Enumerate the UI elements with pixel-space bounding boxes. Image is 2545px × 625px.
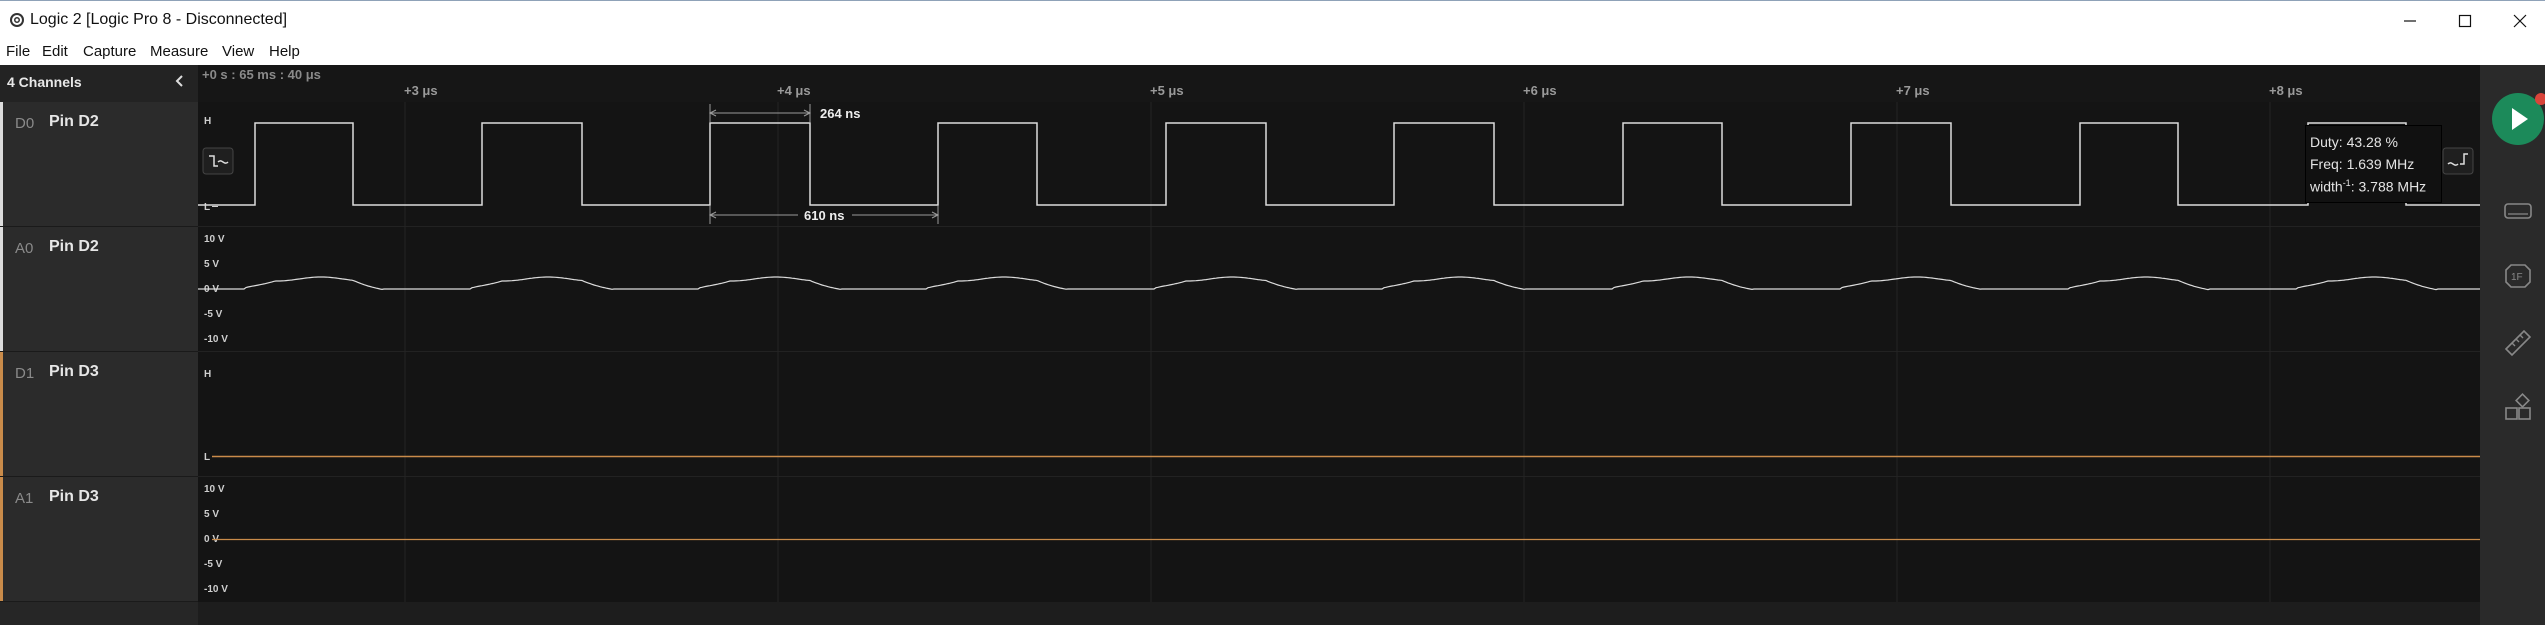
menu-file[interactable]: File <box>6 43 30 60</box>
analog-scale-label: -10 V <box>204 584 228 595</box>
digital-low-label: L <box>204 202 210 213</box>
menu-edit[interactable]: Edit <box>42 43 68 60</box>
channel-list: D0 Pin D2 A0 Pin D2 D1 Pin D3 A1 Pin D3 <box>0 102 198 625</box>
menu-bar: File Edit Capture Measure View Help <box>0 40 2545 65</box>
tick-label: +7 μs <box>1896 83 1930 98</box>
channel-color-bar <box>0 102 3 226</box>
tick-label: +8 μs <box>2269 83 2303 98</box>
device-icon[interactable] <box>2502 195 2534 227</box>
tick-label: +6 μs <box>1523 83 1557 98</box>
analog-scale-label: 10 V <box>204 234 225 245</box>
tick-label: +3 μs <box>404 83 438 98</box>
window-title: Logic 2 [Logic Pro 8 - Disconnected] <box>30 11 288 28</box>
period-label: 610 ns <box>804 208 844 223</box>
channel-name[interactable]: Pin D2 <box>49 238 99 256</box>
analog-scale-label: 5 V <box>204 259 219 270</box>
close-button[interactable] <box>2490 1 2545 41</box>
analog-scale-label: -5 V <box>204 559 223 570</box>
channel-id: A1 <box>15 490 34 507</box>
close-icon <box>2513 14 2527 28</box>
maximize-icon <box>2458 14 2472 28</box>
analog-scale-label: -10 V <box>204 334 228 345</box>
timeline-origin: +0 s : 65 ms : 40 μs <box>202 67 321 82</box>
measurement-tooltip: Duty: 43.28 % Freq: 1.639 MHz width-1: 3… <box>2305 125 2442 203</box>
channel-row-d0[interactable]: D0 Pin D2 <box>0 102 198 227</box>
digital-high-label: H <box>204 116 211 127</box>
extensions-icon[interactable] <box>2502 393 2534 425</box>
time-ruler[interactable]: +0 s : 65 ms : 40 μs +3 μs +4 μs +5 μs +… <box>198 65 2480 102</box>
tick-label: +5 μs <box>1150 83 1184 98</box>
menu-help[interactable]: Help <box>269 43 300 60</box>
channel-row-d1[interactable]: D1 Pin D3 <box>0 352 198 477</box>
channel-id: D1 <box>15 365 35 382</box>
pulse-width-marker[interactable] <box>708 104 812 122</box>
svg-text:1F: 1F <box>2511 272 2523 283</box>
channel-name[interactable]: Pin D3 <box>49 363 99 381</box>
menu-capture[interactable]: Capture <box>83 43 136 60</box>
channels-header: 4 Channels <box>0 65 198 103</box>
digital-low-label: L <box>204 452 210 463</box>
waveform-canvas[interactable]: H L 264 ns 610 ns 10 V 5 V 0 V -5 V -10 … <box>198 102 2480 602</box>
frequency-value: Freq: 1.639 MHz <box>2310 156 2415 172</box>
channel-id: A0 <box>15 240 34 257</box>
width-inverse-value: width-1: 3.788 MHz <box>2310 178 2427 195</box>
analyzer-icon[interactable]: 1F <box>2502 260 2534 292</box>
rising-edge-icon[interactable] <box>2442 147 2474 175</box>
pulse-width-label: 264 ns <box>820 106 860 121</box>
channel-color-bar <box>0 227 3 351</box>
menu-view[interactable]: View <box>222 43 254 60</box>
waveform-footer <box>198 602 2480 625</box>
right-sidebar: 1F <box>2480 65 2545 625</box>
a0-analog-trace <box>198 276 2480 291</box>
channel-row-a1[interactable]: A1 Pin D3 <box>0 477 198 602</box>
minimize-button[interactable] <box>2380 1 2440 41</box>
channel-color-bar <box>0 477 3 601</box>
digital-high-label: H <box>204 369 211 380</box>
waveform-view[interactable]: H L 264 ns 610 ns 10 V 5 V 0 V -5 V -10 … <box>198 102 2480 602</box>
channel-count: 4 Channels <box>7 74 82 90</box>
menu-measure[interactable]: Measure <box>150 43 208 60</box>
minimize-icon <box>2404 20 2416 22</box>
channel-id: D0 <box>15 115 35 132</box>
logic-logo-icon <box>10 13 24 27</box>
channel-color-bar <box>0 352 3 476</box>
tick-label: +4 μs <box>777 83 811 98</box>
record-indicator <box>2535 93 2545 105</box>
channel-name[interactable]: Pin D2 <box>49 113 99 131</box>
channel-row-a0[interactable]: A0 Pin D2 <box>0 227 198 352</box>
measure-ruler-icon[interactable] <box>2502 327 2534 359</box>
duty-value: Duty: 43.28 % <box>2310 134 2398 150</box>
sidebar-footer <box>0 602 198 625</box>
chevron-left-icon[interactable] <box>171 72 189 90</box>
analog-scale-label: 10 V <box>204 484 225 495</box>
title-bar: Logic 2 [Logic Pro 8 - Disconnected] <box>0 0 2545 40</box>
d0-digital-trace <box>198 122 2480 206</box>
channel-name[interactable]: Pin D3 <box>49 488 99 506</box>
analog-scale-label: -5 V <box>204 309 223 320</box>
falling-edge-icon[interactable] <box>202 147 234 175</box>
maximize-button[interactable] <box>2435 1 2495 41</box>
analog-scale-label: 5 V <box>204 509 219 520</box>
